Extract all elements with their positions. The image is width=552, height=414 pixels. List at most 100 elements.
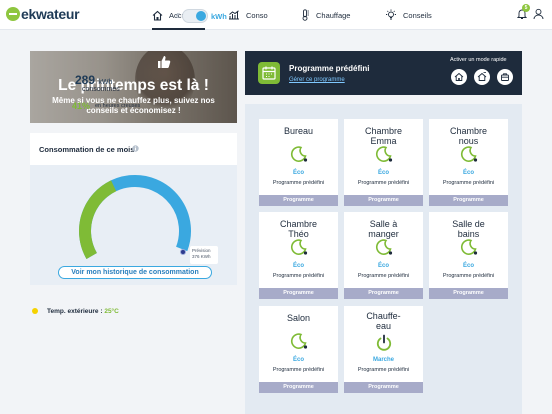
room-card-salle-de-bains[interactable]: Salle de bains Éco Programme prédéfini P…	[429, 212, 508, 299]
rapid-mode-home-button[interactable]	[451, 69, 467, 85]
room-mode: Éco	[292, 170, 304, 176]
room-card-salon[interactable]: Salon Éco Programme prédéfini Programme	[259, 306, 338, 393]
room-program-button[interactable]: Programme	[259, 288, 338, 299]
forecast-marker	[180, 249, 186, 255]
room-card-chambre-nous[interactable]: Chambre nous Éco Programme prédéfini Pro…	[429, 119, 508, 206]
user-icon[interactable]	[533, 8, 544, 20]
lightbulb-icon	[386, 9, 396, 20]
home-mode-icon	[454, 72, 464, 81]
power-icon	[376, 334, 392, 351]
room-program: Programme prédéfini	[357, 180, 410, 186]
moon-icon	[375, 239, 393, 255]
room-name: Salon	[286, 313, 311, 323]
offpeak-percentage: 41%	[72, 101, 91, 111]
consumption-title: Consommation de ce mois	[39, 145, 135, 154]
calendar-icon-box	[258, 62, 280, 84]
rapid-mode-away-button[interactable]	[474, 69, 490, 85]
promo-banner[interactable]: Le printemps est là ! Même si vous ne ch…	[30, 51, 237, 123]
room-program: Programme prédéfini	[442, 180, 495, 186]
unit-toggle[interactable]	[182, 9, 208, 23]
nav-label-chauffage: Chauffage	[316, 10, 351, 20]
nav-label-conso: Conso	[246, 10, 268, 20]
room-card-bureau[interactable]: Bureau Éco Programme prédéfini Programme	[259, 119, 338, 206]
room-name: Chauffe-eau	[366, 311, 401, 331]
nav-label-conseils: Conseils	[403, 10, 432, 20]
consumed-label: consommés	[82, 86, 120, 93]
moon-icon	[460, 146, 478, 162]
thermometer-icon	[302, 9, 309, 21]
program-bar: Programme prédéfini Gérer ce programme A…	[245, 51, 522, 95]
forecast-tooltip: Prévision 376 KWh	[190, 246, 218, 264]
sun-icon	[32, 308, 38, 314]
room-name: Salle à manger	[368, 219, 399, 239]
room-program-button[interactable]: Programme	[344, 382, 423, 393]
room-program: Programme prédéfini	[272, 367, 325, 373]
consumption-value-unit: kWh	[98, 79, 113, 86]
offpeak-label: en heures creuses	[95, 103, 141, 109]
outdoor-temperature: Temp. extérieure : 25°C	[47, 308, 119, 315]
moon-icon	[460, 239, 478, 255]
info-icon[interactable]	[132, 145, 139, 152]
room-card-chambre-emma[interactable]: Chambre Emma Éco Programme prédéfini Pro…	[344, 119, 423, 206]
room-program: Programme prédéfini	[357, 367, 410, 373]
ekwateur-logo[interactable]: ekwateur	[6, 6, 80, 22]
forecast-value: 376 KWh	[192, 254, 211, 259]
chart-icon	[229, 10, 239, 20]
room-program: Programme prédéfini	[272, 273, 325, 279]
room-program-button[interactable]: Programme	[344, 288, 423, 299]
room-mode: Éco	[292, 263, 304, 269]
room-card-salle-a-manger[interactable]: Salle à manger Éco Programme prédéfini P…	[344, 212, 423, 299]
thumbs-up-icon	[158, 56, 171, 68]
room-program: Programme prédéfini	[442, 273, 495, 279]
kwh-unit-label[interactable]: kWh	[211, 12, 227, 21]
room-name: Bureau	[283, 126, 314, 136]
room-card-chambre-theo[interactable]: Chambre Théo Éco Programme prédéfini Pro…	[259, 212, 338, 299]
rapid-mode-holiday-button[interactable]	[497, 69, 513, 85]
program-title: Programme prédéfini	[289, 64, 370, 73]
room-mode: Éco	[377, 263, 389, 269]
nav-conso[interactable]: Conso	[228, 0, 268, 30]
gauge-offpeak-arc	[79, 180, 117, 259]
room-program-button[interactable]: Programme	[429, 195, 508, 206]
euro-unit-label[interactable]: €	[176, 13, 180, 20]
nav-chauffage[interactable]: Chauffage	[300, 0, 350, 30]
room-mode: Éco	[377, 170, 389, 176]
away-mode-icon	[477, 72, 487, 81]
home-icon	[152, 10, 163, 21]
room-mode: Éco	[462, 170, 474, 176]
calendar-icon	[262, 66, 276, 80]
room-program-button[interactable]: Programme	[344, 195, 423, 206]
toggle-knob	[196, 11, 206, 21]
room-program-button[interactable]: Programme	[429, 288, 508, 299]
notification-badge: 5	[522, 4, 530, 12]
consumption-value: 289 kWh	[75, 73, 145, 87]
room-program-button[interactable]: Programme	[259, 195, 338, 206]
room-mode: Éco	[292, 357, 304, 363]
consumption-number: 289	[75, 73, 96, 87]
room-name: Chambre Théo	[279, 219, 317, 239]
room-program: Programme prédéfini	[357, 273, 410, 279]
moon-icon	[290, 146, 308, 162]
room-name: Chambre nous	[449, 126, 487, 146]
logo-mark-icon	[6, 7, 20, 21]
consumption-header: Consommation de ce mois	[30, 133, 237, 165]
room-mode: Marche	[372, 357, 394, 363]
moon-icon	[375, 146, 393, 162]
room-program-button[interactable]: Programme	[259, 382, 338, 393]
room-card-chauffe-eau[interactable]: Chauffe-eau Marche Programme prédéfini P…	[344, 306, 423, 393]
nav-conseils[interactable]: Conseils	[385, 0, 432, 30]
temperature-value: 25°C	[104, 308, 119, 315]
manage-program-link[interactable]: Gérer ce programme	[289, 77, 345, 83]
room-program: Programme prédéfini	[272, 180, 325, 186]
logo-text: ekwateur	[21, 6, 80, 22]
room-name: Salle de bains	[452, 219, 485, 239]
room-name: Chambre Emma	[364, 126, 402, 146]
moon-icon	[290, 333, 308, 349]
moon-icon	[290, 239, 308, 255]
consumption-history-button[interactable]: Voir mon historique de consommation	[58, 266, 212, 279]
holiday-mode-icon	[501, 73, 509, 81]
temperature-label: Temp. extérieure :	[47, 308, 103, 315]
room-mode: Éco	[462, 263, 474, 269]
top-bar: ekwateur Accueil Conso Chauffage Conseil…	[0, 0, 552, 30]
rapid-mode-label: Activer un mode rapide	[450, 57, 507, 63]
